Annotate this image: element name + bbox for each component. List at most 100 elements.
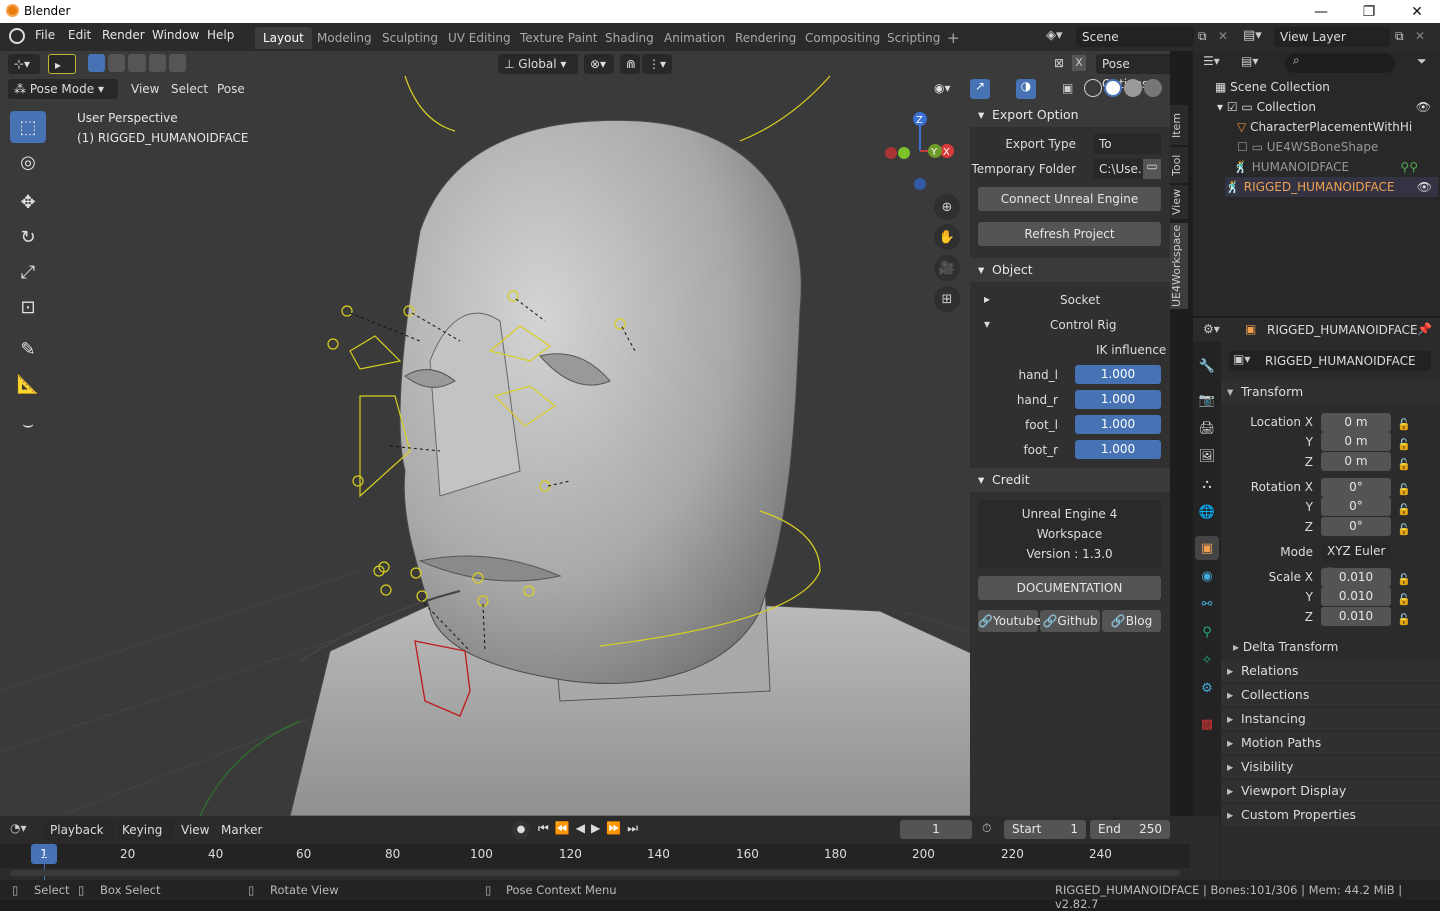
menu-window[interactable]: Window — [152, 28, 199, 42]
tab-rendering[interactable]: Rendering — [727, 27, 804, 49]
rotate-tool-icon[interactable]: ↻ — [10, 221, 46, 253]
delete-scene-icon[interactable]: ✕ — [1218, 29, 1228, 43]
add-workspace-button[interactable]: + — [939, 27, 968, 49]
refresh-project-button[interactable]: Refresh Project — [978, 222, 1161, 246]
rendered-shading-icon[interactable] — [1144, 79, 1162, 97]
control-rig-expand-icon[interactable]: ▾ — [984, 317, 990, 331]
scale-y-field[interactable]: 0.010 — [1321, 587, 1391, 606]
tab-texture-paint[interactable]: Texture Paint — [512, 27, 605, 49]
solid-shading-icon[interactable] — [1104, 79, 1122, 97]
physics-icon[interactable]: ⚲ — [1195, 620, 1219, 644]
section-custom-properties[interactable]: Custom Properties — [1221, 804, 1440, 826]
blender-menu-icon[interactable] — [9, 28, 25, 44]
play-reverse-icon[interactable]: ◀ — [576, 821, 591, 835]
outliner-row-collection[interactable]: ▾ ☑ ▭ Collection 👁 — [1217, 97, 1437, 117]
minimize-icon[interactable]: — — [1298, 0, 1344, 23]
viewport-menu-select[interactable]: Select — [171, 82, 208, 96]
extend-selection-icon[interactable] — [108, 54, 126, 72]
object-properties-icon[interactable]: ▣ — [1195, 536, 1219, 560]
tab-modeling[interactable]: Modeling — [309, 27, 380, 49]
section-relations[interactable]: Relations — [1221, 660, 1440, 682]
location-x-field[interactable]: 0 m — [1321, 413, 1391, 432]
object-header[interactable]: Object — [970, 258, 1170, 282]
keying-dropdown[interactable]: Keying ▾ — [116, 820, 174, 857]
render-icon[interactable]: 📷 — [1195, 388, 1219, 412]
world-icon[interactable]: 🌐 — [1195, 500, 1219, 524]
armature-icon[interactable]: ✧ — [1195, 648, 1219, 672]
tab-item[interactable]: Item — [1170, 105, 1188, 145]
menu-render[interactable]: Render — [102, 28, 145, 42]
zoom-icon[interactable]: ⊕ — [934, 194, 960, 220]
relax-tool-icon[interactable]: ⌣ — [10, 408, 46, 440]
pin-icon[interactable]: 📌 — [1417, 322, 1432, 336]
orientation-dropdown[interactable]: ⊥ Global ▾ — [498, 54, 578, 74]
timeline-type-icon[interactable]: ◔▾ — [10, 821, 27, 835]
tab-sculpting[interactable]: Sculpting — [374, 27, 446, 49]
next-key-icon[interactable]: ⏩ — [606, 821, 627, 835]
pivot-icon[interactable]: ⊗▾ — [584, 54, 614, 74]
viewport-menu-view[interactable]: View — [131, 82, 159, 96]
camera-view-icon[interactable]: 🎥 — [934, 255, 960, 281]
github-button[interactable]: 🔗Github — [1040, 610, 1100, 632]
connect-unreal-button[interactable]: Connect Unreal Engine — [978, 187, 1161, 211]
rotation-y-field[interactable]: 0° — [1321, 497, 1391, 516]
filter-icon[interactable]: ⏷ — [1417, 54, 1427, 69]
snap-target-icon[interactable]: ⋮▾ — [642, 54, 672, 74]
timeline-scrollbar[interactable] — [10, 870, 1180, 876]
intersect-selection-icon[interactable] — [168, 54, 187, 72]
tab-view[interactable]: View — [1170, 185, 1188, 219]
x-mirror-toggle[interactable]: X — [1072, 55, 1086, 71]
section-visibility[interactable]: Visibility — [1221, 756, 1440, 778]
playback-dropdown[interactable]: Playback ▾ — [44, 820, 114, 857]
scale-lock-icons[interactable]: 🔓 🔓 🔓 — [1397, 570, 1411, 630]
outliner-row-bone-shape[interactable]: ☐ ▭ UE4WSBoneShape — [1237, 137, 1378, 157]
xray-icon[interactable]: ▣ — [1062, 81, 1073, 95]
tab-ue4workspace[interactable]: UE4Workspace — [1170, 223, 1188, 309]
annotate-tool-icon[interactable]: ✎ — [10, 333, 46, 365]
tool-settings-icon[interactable]: 🔧 — [1195, 354, 1219, 378]
foot-r-slider[interactable]: 1.000 — [1075, 440, 1161, 459]
invert-selection-icon[interactable] — [148, 54, 166, 72]
section-viewport-display[interactable]: Viewport Display — [1221, 780, 1440, 802]
credit-header[interactable]: Credit — [970, 468, 1170, 492]
rotation-mode-dropdown[interactable]: XYZ Euler ▾ — [1321, 542, 1391, 577]
tab-layout[interactable]: Layout — [255, 27, 312, 49]
rotation-x-field[interactable]: 0° — [1321, 478, 1391, 497]
snap-icon[interactable]: ⋒ — [620, 54, 640, 74]
object-browse-icon[interactable]: ▣▾ — [1233, 352, 1250, 366]
scene-field[interactable]: Scene — [1076, 27, 1194, 47]
x-mirror-icon[interactable]: ⊠ — [1054, 56, 1064, 70]
preview-range-icon[interactable]: ⏱ — [982, 821, 991, 836]
display-mode-icon[interactable]: ▤▾ — [1241, 54, 1258, 68]
collection-eye-icon[interactable]: 👁 — [1416, 97, 1431, 117]
record-icon[interactable]: ● — [512, 821, 530, 839]
play-icon[interactable]: ▶ — [591, 821, 606, 835]
view-layer-field[interactable]: View Layer — [1274, 27, 1390, 47]
perspective-toggle-icon[interactable]: ⊞ — [934, 286, 960, 312]
outliner-row-scene-collection[interactable]: ▦ Scene Collection — [1215, 77, 1330, 97]
menu-file[interactable]: File — [35, 28, 55, 42]
visibility-icon[interactable]: ◉▾ — [934, 81, 951, 95]
tab-scripting[interactable]: Scripting — [879, 27, 948, 49]
gizmo-toggle-icon[interactable]: ↗ — [970, 79, 990, 99]
pan-hand-icon[interactable]: ✋ — [934, 224, 960, 250]
close-icon[interactable]: ✕ — [1394, 0, 1440, 23]
jump-start-icon[interactable]: ⏮ — [538, 821, 555, 835]
outliner-row-humanoidface[interactable]: 🕺 HUMANOIDFACE ⚲⚲ — [1233, 157, 1438, 177]
new-scene-icon[interactable]: ⧉ — [1198, 29, 1207, 44]
location-z-field[interactable]: 0 m — [1321, 452, 1391, 471]
texture-icon[interactable]: ▩ — [1195, 712, 1219, 736]
outliner-row-rigged-humanoidface[interactable]: 🕺 RIGGED_HUMANOIDFACE 👁 — [1225, 177, 1438, 197]
tab-animation[interactable]: Animation — [656, 27, 733, 49]
overlay-toggle-icon[interactable]: ◑ — [1016, 79, 1036, 99]
folder-browse-icon[interactable]: ▭ — [1143, 159, 1161, 179]
viewport-menu-pose[interactable]: Pose — [217, 82, 245, 96]
scale-z-field[interactable]: 0.010 — [1321, 607, 1391, 626]
socket-label[interactable]: Socket — [1060, 293, 1100, 307]
prev-key-icon[interactable]: ⏪ — [555, 821, 576, 835]
delta-transform-row[interactable]: ▸ Delta Transform — [1233, 640, 1338, 654]
restore-icon[interactable]: ❐ — [1346, 0, 1392, 23]
view-layer-icon[interactable]: 🖼 — [1195, 444, 1219, 468]
control-rig-label[interactable]: Control Rig — [1050, 318, 1116, 332]
start-frame-field[interactable]: Start 1 — [1004, 820, 1086, 839]
